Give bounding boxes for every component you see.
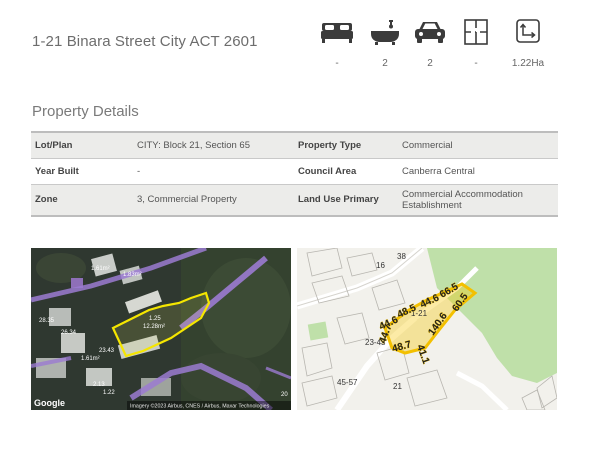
map-label: 28.35: [39, 318, 55, 324]
map-label: 12.28m²: [143, 324, 165, 330]
map-label: 2.13: [93, 382, 105, 388]
map-label: 1.83m²: [123, 272, 142, 278]
property-type-value: Commercial: [398, 131, 558, 158]
property-features: - 2 2 - 1.22Ha: [315, 18, 555, 74]
land-use-primary-label: Land Use Primary: [294, 183, 398, 217]
zone-value: 3, Commercial Property: [133, 183, 294, 217]
google-logo: Google: [34, 398, 65, 408]
land-area-icon: [516, 19, 540, 43]
map-label: 23.43: [99, 348, 115, 354]
car-spaces-value: 2: [427, 58, 433, 69]
year-built-value: -: [133, 157, 294, 184]
lot-plan-value: CITY: Block 21, Section 65: [133, 131, 294, 158]
year-built-label: Year Built: [31, 157, 133, 184]
land-use-primary-value: Commercial Accommodation Establishment: [398, 183, 558, 217]
aerial-map[interactable]: 1.61m² 1.83m² 12.28m² 1.25 26.34 23.43 1…: [31, 248, 291, 410]
bathrooms-feature: 2: [363, 18, 407, 69]
map-label: 1.25: [149, 316, 161, 322]
lot-plan-label: Lot/Plan: [31, 131, 133, 158]
zone-label: Zone: [31, 183, 133, 217]
table-row: Year Built - Council Area Canberra Centr…: [31, 157, 558, 184]
bedrooms-value: -: [335, 58, 339, 69]
table-row: Lot/Plan CITY: Block 21, Section 65 Prop…: [31, 131, 558, 158]
map-label: 20: [281, 392, 288, 398]
map-label: 16: [376, 261, 385, 270]
property-details-table: Lot/Plan CITY: Block 21, Section 65 Prop…: [31, 131, 558, 217]
property-type-label: Property Type: [294, 131, 398, 158]
floor-area-value: -: [474, 58, 478, 69]
bedrooms-feature: -: [315, 18, 359, 69]
street-map[interactable]: 16 38 1-21 23-43 45-57 21 44.6 48.5 44.6…: [297, 248, 557, 410]
map-label: 21: [393, 382, 402, 391]
property-address: 1-21 Binara Street City ACT 2601: [32, 33, 258, 50]
land-area-value: 1.22Ha: [511, 58, 545, 69]
bath-icon: [371, 20, 399, 45]
council-area-label: Council Area: [294, 157, 398, 184]
land-area-feature: 1.22Ha: [506, 18, 550, 69]
bed-icon: [321, 23, 353, 43]
map-label: 1.61m²: [91, 266, 110, 272]
council-area-value: Canberra Central: [398, 157, 558, 184]
property-details-heading: Property Details: [32, 103, 139, 120]
map-attribution: Imagery ©2023 Airbus, CNES / Airbus, Max…: [130, 403, 270, 410]
map-label: 1.22: [103, 390, 115, 396]
map-label: 45-57: [337, 378, 358, 387]
floor-area-feature: -: [454, 18, 498, 69]
car-spaces-feature: 2: [408, 18, 452, 69]
map-label: 26.34: [61, 330, 77, 336]
map-label: 1.61m²: [81, 356, 100, 362]
car-icon: [415, 22, 445, 43]
map-label: 38: [397, 252, 406, 261]
bathrooms-value: 2: [382, 58, 388, 69]
table-row: Zone 3, Commercial Property Land Use Pri…: [31, 183, 558, 217]
floorplan-icon: [464, 19, 488, 45]
